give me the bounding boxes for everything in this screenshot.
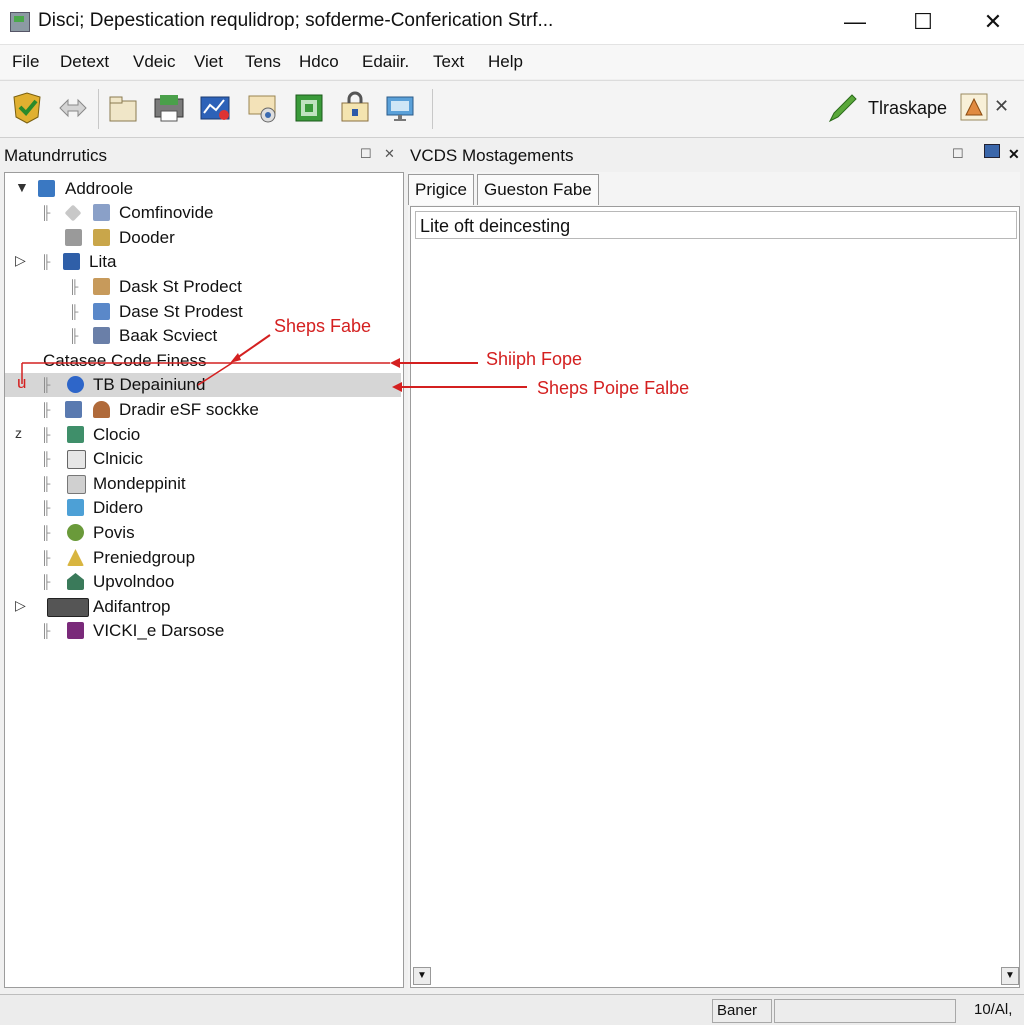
annotation-label: Shiiph Fope: [486, 349, 583, 369]
annotation-arrows: [21, 334, 527, 392]
annotation-label: Sheps Fabe: [274, 316, 372, 336]
status-bar: Baner 10/Al,: [0, 994, 1024, 1025]
status-progress: [774, 999, 956, 1023]
status-label: Baner: [712, 999, 772, 1023]
status-right: 10/Al,: [974, 1001, 1013, 1018]
annotation-label: Sheps Poipe Falbe: [537, 378, 690, 398]
